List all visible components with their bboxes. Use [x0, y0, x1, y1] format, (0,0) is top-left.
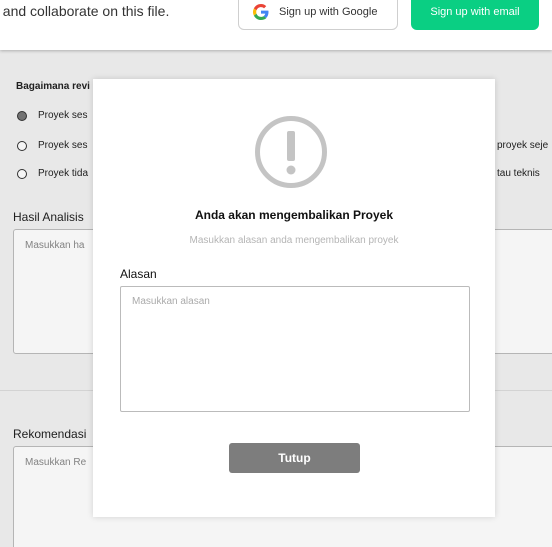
google-signup-button[interactable]: Sign up with Google	[238, 0, 398, 30]
signup-banner: t and collaborate on this file. Sign up …	[0, 0, 552, 50]
close-button[interactable]: Tutup	[229, 443, 360, 473]
return-project-modal: Anda akan mengembalikan Proyek Masukkan …	[93, 79, 495, 517]
banner-text: t and collaborate on this file.	[0, 3, 170, 19]
modal-subtitle: Masukkan alasan anda mengembalikan proye…	[189, 235, 399, 246]
exclamation-circle-icon	[255, 116, 327, 188]
modal-title: Anda akan mengembalikan Proyek	[194, 208, 394, 222]
google-signup-label: Sign up with Google	[279, 6, 378, 18]
reason-textarea[interactable]: Masukkan alasan	[120, 286, 470, 412]
reason-label: Alasan	[120, 267, 157, 281]
email-signup-button[interactable]: Sign up with email	[411, 0, 539, 30]
google-icon	[253, 4, 269, 20]
